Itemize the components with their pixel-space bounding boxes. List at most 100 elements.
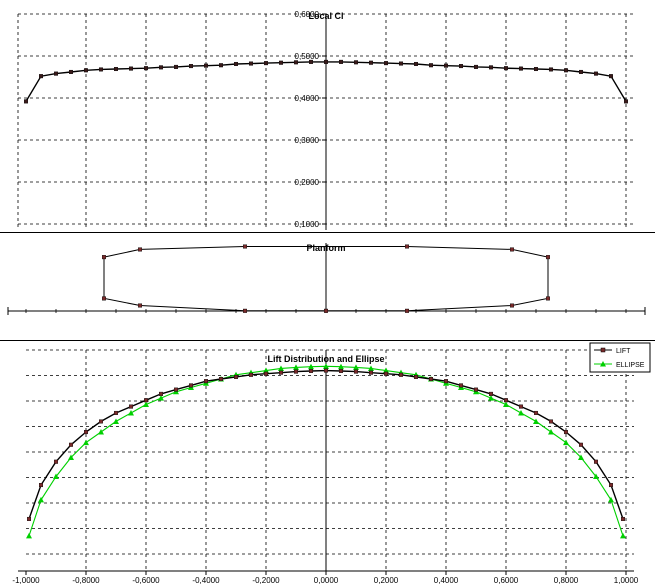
- local-cl-point: [384, 61, 389, 66]
- lift-point: [218, 377, 223, 382]
- local-cl-y-tick-label: 0,3000: [295, 136, 320, 145]
- ellipse-point: [113, 418, 119, 424]
- local-cl-point: [309, 59, 314, 64]
- lift-point: [459, 383, 464, 388]
- local-cl-point: [54, 71, 59, 76]
- local-cl-point: [188, 64, 193, 69]
- lift-point: [173, 387, 178, 392]
- lift-point: [489, 391, 494, 396]
- local-cl-point: [143, 66, 148, 71]
- local-cl-point: [429, 63, 434, 68]
- local-cl-point: [39, 74, 44, 79]
- lift-point: [399, 372, 404, 377]
- local-cl-point: [579, 69, 584, 74]
- local-cl-point: [504, 66, 509, 71]
- lift-x-tick-label: -0,4000: [192, 576, 220, 585]
- local-cl-point: [264, 61, 269, 66]
- planform-point: [101, 255, 106, 260]
- planform-title: Planform: [306, 243, 345, 253]
- lift-point: [429, 377, 434, 382]
- local-cl-point: [83, 68, 88, 73]
- ellipse-point: [128, 409, 134, 416]
- local-cl-chart: 0,10000,20000,30000,40000,50000,6000 Loc…: [17, 10, 634, 230]
- local-cl-point: [444, 63, 449, 68]
- lift-point: [621, 516, 626, 521]
- lift-x-tick-label: -0,6000: [132, 576, 160, 585]
- ellipse-point: [533, 418, 539, 424]
- local-cl-point: [414, 61, 419, 66]
- ellipse-point: [518, 409, 524, 416]
- lift-x-tick-label: 1,0000: [614, 576, 639, 585]
- lift-point: [339, 368, 344, 373]
- ellipse-point: [503, 401, 509, 407]
- local-cl-point: [459, 64, 464, 69]
- lift-point: [324, 368, 329, 373]
- local-cl-point: [399, 61, 404, 66]
- lift-point: [233, 374, 238, 379]
- planform-point: [405, 308, 410, 313]
- lift-point: [594, 459, 599, 464]
- planform-point: [242, 244, 247, 249]
- local-cl-point: [24, 99, 29, 104]
- lift-point: [414, 374, 419, 379]
- local-cl-point: [624, 99, 629, 104]
- lift-point: [354, 369, 359, 374]
- local-cl-point: [113, 67, 118, 72]
- lift-x-tick-label: 0,6000: [494, 576, 519, 585]
- local-cl-point: [158, 65, 163, 70]
- lift-legend: LIFT ELLIPSE: [589, 342, 651, 373]
- lift-chart-title: Lift Distribution and Ellipse: [268, 354, 385, 364]
- lift-x-tick-label: 0,4000: [434, 576, 459, 585]
- lift-point: [27, 516, 32, 521]
- local-cl-point: [519, 66, 524, 71]
- local-cl-point: [369, 60, 374, 65]
- local-cl-point: [534, 67, 539, 72]
- local-cl-y-tick-label: 0,4000: [295, 94, 320, 103]
- planform-chart: Planform: [7, 243, 646, 315]
- lift-x-tick-label: -0,8000: [72, 576, 100, 585]
- ellipse-point: [488, 395, 494, 401]
- lift-point: [264, 371, 269, 376]
- ellipse-point: [38, 496, 44, 503]
- local-cl-point: [203, 63, 208, 68]
- lift-point: [203, 379, 208, 384]
- local-cl-point: [594, 71, 599, 76]
- lift-x-tick-labels: -1,0000 -0,8000 -0,6000 -0,4000 -0,2000 0,000…: [12, 576, 638, 585]
- lift-gridlines: [26, 349, 634, 571]
- lift-point: [309, 368, 314, 373]
- planform-point: [546, 296, 551, 301]
- ellipse-point: [608, 496, 614, 503]
- local-cl-point: [609, 74, 614, 79]
- local-cl-point: [324, 59, 329, 64]
- planform-point: [510, 303, 515, 308]
- lift-point: [609, 483, 614, 488]
- lift-point: [384, 371, 389, 376]
- local-cl-point: [474, 64, 479, 69]
- lift-x-tick-label: -1,0000: [12, 576, 40, 585]
- local-cl-y-tick-label: 0,2000: [295, 178, 320, 187]
- lift-x-tick-label: -0,2000: [252, 576, 280, 585]
- lift-point: [54, 459, 59, 464]
- lift-point: [113, 410, 118, 415]
- local-cl-point: [354, 60, 359, 65]
- planform-point: [324, 308, 329, 313]
- local-cl-point: [564, 68, 569, 73]
- planform-point: [405, 244, 410, 249]
- local-cl-title: Local Cl: [308, 11, 343, 21]
- lift-point: [294, 369, 299, 374]
- lift-point: [158, 391, 163, 396]
- planform-point: [101, 296, 106, 301]
- local-cl-point: [98, 67, 103, 72]
- local-cl-point: [279, 60, 284, 65]
- local-cl-point: [339, 59, 344, 64]
- lift-x-tick-label: 0,2000: [374, 576, 399, 585]
- ellipse-point: [620, 532, 626, 539]
- lift-point: [369, 370, 374, 375]
- lift-point: [519, 404, 524, 409]
- planform-point: [510, 247, 515, 252]
- local-cl-point: [294, 60, 299, 65]
- local-cl-point: [248, 61, 253, 66]
- legend-lift-label: LIFT: [616, 348, 631, 355]
- local-cl-point: [549, 67, 554, 72]
- lift-point: [248, 372, 253, 377]
